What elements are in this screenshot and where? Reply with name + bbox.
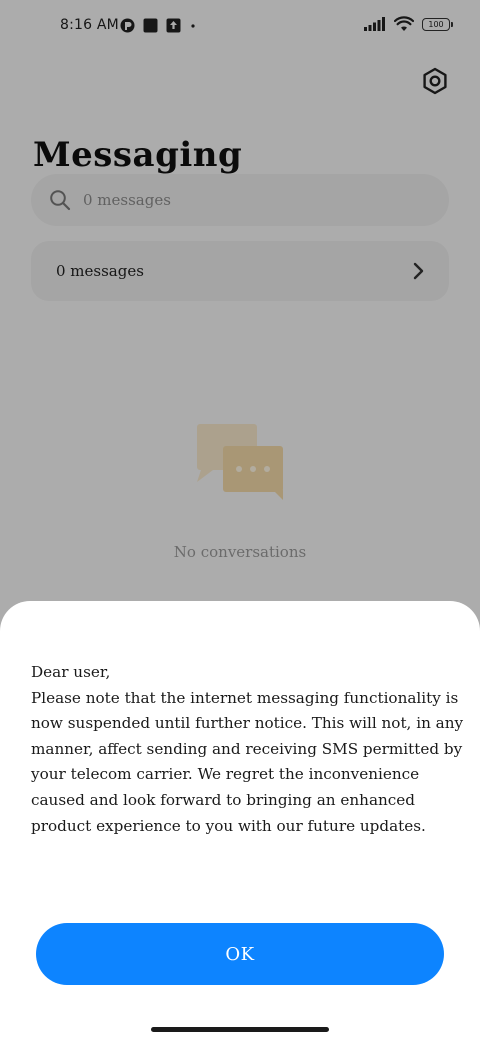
dialog-message: Dear user, Please note that the internet… (31, 663, 464, 835)
ok-button[interactable]: OK (36, 923, 444, 985)
home-indicator[interactable] (151, 1027, 329, 1032)
messaging-screen: 8:16 AM 100 Messaging 0 messages 0 messa… (0, 0, 480, 1040)
